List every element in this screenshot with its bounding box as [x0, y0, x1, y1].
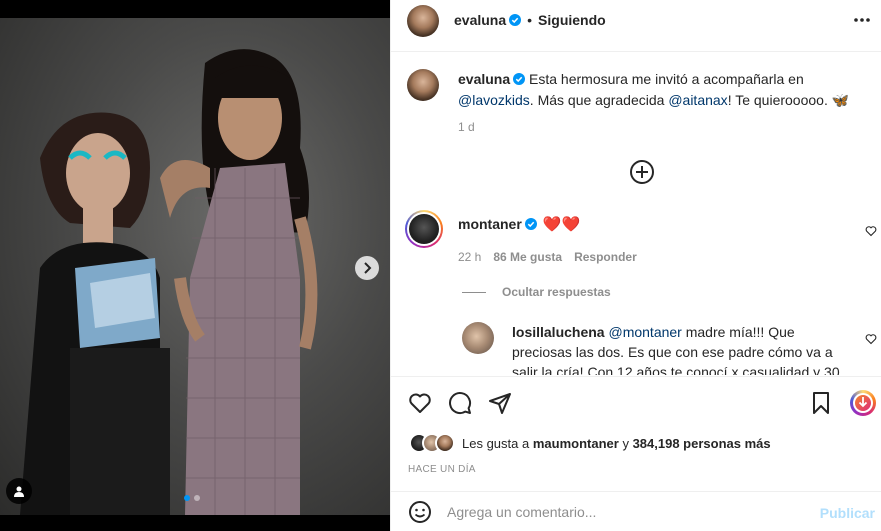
verified-badge-icon [509, 14, 522, 26]
verified-badge-icon [524, 218, 537, 230]
hide-replies-label: Ocultar respuestas [502, 285, 611, 299]
likes-prefix: Les gusta a [462, 435, 530, 451]
more-options-icon[interactable] [853, 17, 871, 23]
caption: evaluna Esta hermosura me invitó a acomp… [458, 69, 858, 111]
post-header: evaluna • Siguiendo [391, 0, 881, 52]
likes-summary: Les gusta a maumontaner y 384,198 person… [409, 433, 771, 453]
reply-button[interactable]: Responder [574, 250, 637, 264]
verified-badge-icon [513, 73, 526, 85]
post-date[interactable]: HACE UN DÍA [408, 464, 476, 475]
comment-avatar-losillaluchena[interactable] [462, 322, 494, 354]
author-info: evaluna • Siguiendo [454, 12, 606, 28]
caption-text-2: . Más que agradecida [529, 92, 665, 108]
save-bookmark-icon[interactable] [809, 391, 833, 415]
carousel-next-button[interactable] [355, 256, 379, 280]
comment-losillaluchena: losillaluchena @montaner madre mía!!! Qu… [512, 322, 852, 375]
likes-others[interactable]: 384,198 personas más [633, 436, 771, 451]
caption-mention-lavozkids[interactable]: @lavozkids [458, 92, 530, 108]
publish-button[interactable]: Publicar [820, 505, 875, 521]
comment-meta: 22 h 86 Me gusta Responder [458, 250, 637, 264]
photo-illustration [20, 49, 318, 515]
caption-avatar[interactable] [407, 69, 439, 101]
caption-username[interactable]: evaluna [458, 71, 510, 87]
comment-username[interactable]: losillaluchena [512, 324, 605, 340]
likes-connector: y [622, 435, 629, 451]
comment-icon[interactable] [448, 391, 472, 415]
caption-text-1: Esta hermosura me invitó a acompañarla e… [529, 71, 804, 87]
like-heart-icon[interactable] [408, 391, 432, 415]
add-comment-row: Publicar [391, 491, 881, 531]
hide-replies-button[interactable]: Ocultar respuestas [462, 285, 611, 299]
carousel-dot [194, 495, 200, 501]
emoji-icon[interactable] [408, 500, 432, 524]
comment-likes[interactable]: 86 Me gusta [493, 250, 562, 264]
user-icon [14, 486, 24, 497]
like-comment-heart-icon[interactable] [865, 333, 877, 345]
share-icon[interactable] [488, 391, 512, 415]
download-arrow-icon [858, 397, 868, 408]
add-comment-input[interactable] [447, 504, 807, 520]
carousel-dot-active [184, 495, 190, 501]
story-ring[interactable] [405, 210, 443, 248]
divider [462, 291, 486, 293]
liker-avatar [435, 433, 455, 453]
likes-text: Les gusta a maumontaner y 384,198 person… [462, 436, 771, 451]
caption-text-3: ! Te quierooooo. 🦋 [727, 92, 850, 108]
chevron-right-icon [364, 262, 372, 274]
post-actions: Les gusta a maumontaner y 384,198 person… [391, 376, 881, 531]
carousel-indicator [184, 495, 200, 501]
comment-montaner: montaner ❤️❤️ [458, 215, 580, 233]
post-media [0, 0, 390, 531]
comment-avatar-montaner[interactable] [409, 214, 439, 244]
likes-user[interactable]: maumontaner [533, 436, 619, 451]
caption-mention-aitanax[interactable]: @aitanax [668, 92, 727, 108]
caption-time[interactable]: 1 d [458, 120, 475, 134]
follow-status-button[interactable]: Siguiendo [538, 12, 606, 28]
comments-area[interactable]: evaluna Esta hermosura me invitó a acomp… [391, 53, 881, 375]
tagged-users-button[interactable] [6, 478, 32, 504]
comment-text: ❤️❤️ [542, 216, 581, 233]
post-photo[interactable] [0, 18, 390, 515]
like-comment-heart-icon[interactable] [865, 225, 877, 237]
comment-username[interactable]: montaner [458, 216, 522, 232]
comment-mention[interactable]: @montaner [608, 324, 681, 340]
download-button[interactable] [850, 390, 876, 416]
comment-time[interactable]: 22 h [458, 250, 481, 264]
load-more-comments-icon[interactable] [629, 159, 655, 185]
header-separator: • [527, 12, 533, 28]
author-username[interactable]: evaluna [454, 12, 506, 28]
post-panel: evaluna • Siguiendo evaluna Esta hermosu… [390, 0, 881, 531]
author-avatar[interactable] [407, 5, 439, 37]
